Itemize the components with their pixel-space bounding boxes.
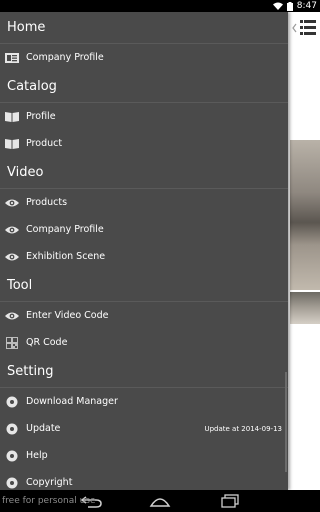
eye-icon <box>5 223 19 237</box>
main-content <box>288 12 320 490</box>
product-photo[interactable] <box>290 292 320 324</box>
drawer-item-label: Profile <box>26 111 56 122</box>
drawer-item-label: Company Profile <box>26 224 104 235</box>
drawer-item-label: Enter Video Code <box>26 310 109 321</box>
section-header-catalog: Catalog <box>0 71 288 103</box>
drawer-item-label: Help <box>26 450 48 461</box>
status-icons: 8:47 <box>272 0 317 12</box>
watermark-text: free for personal use <box>2 496 96 506</box>
navigation-drawer: Home Company Profile Catalog Profile Pro… <box>0 12 288 490</box>
drawer-scrollbar[interactable] <box>285 372 287 472</box>
battery-icon <box>286 1 293 11</box>
book-icon <box>5 137 19 151</box>
drawer-item-video-exhibition-scene[interactable]: Exhibition Scene <box>0 243 288 270</box>
action-bar <box>288 12 320 44</box>
gear-icon <box>5 476 19 490</box>
eye-icon <box>5 309 19 323</box>
home-icon[interactable] <box>148 494 172 508</box>
drawer-item-tool-enter-video-code[interactable]: Enter Video Code <box>0 302 288 329</box>
gear-icon <box>5 395 19 409</box>
book-icon <box>5 110 19 124</box>
drawer-item-catalog-profile[interactable]: Profile <box>0 103 288 130</box>
drawer-item-label: Update <box>26 423 61 434</box>
drawer-item-label: Exhibition Scene <box>26 251 106 262</box>
drawer-item-home-company-profile[interactable]: Company Profile <box>0 44 288 71</box>
drawer-item-catalog-product[interactable]: Product <box>0 130 288 157</box>
drawer-item-tool-qr-code[interactable]: QR Code <box>0 329 288 356</box>
gear-icon <box>5 449 19 463</box>
status-time: 8:47 <box>296 1 317 11</box>
status-bar: 8:47 <box>0 0 320 12</box>
eye-icon <box>5 250 19 264</box>
drawer-item-video-company-profile[interactable]: Company Profile <box>0 216 288 243</box>
drawer-item-label: Products <box>26 197 68 208</box>
wifi-icon <box>272 2 283 10</box>
drawer-item-label: QR Code <box>26 337 68 348</box>
drawer-item-label: Copyright <box>26 477 73 488</box>
profile-card-icon <box>5 51 19 65</box>
drawer-item-video-products[interactable]: Products <box>0 189 288 216</box>
drawer-item-label: Download Manager <box>26 396 118 407</box>
drawer-item-setting-update[interactable]: Update Update at 2014-09-13 <box>0 415 288 442</box>
drawer-item-setting-download-manager[interactable]: Download Manager <box>0 388 288 415</box>
gear-icon <box>5 422 19 436</box>
recent-apps-icon[interactable] <box>218 494 242 508</box>
update-date-text: Update at 2014-09-13 <box>204 424 282 433</box>
list-menu-icon[interactable] <box>292 19 316 37</box>
section-header-home: Home <box>0 12 288 44</box>
product-photo[interactable] <box>290 140 320 290</box>
drawer-item-label: Product <box>26 138 63 149</box>
section-header-tool: Tool <box>0 270 288 302</box>
eye-icon <box>5 196 19 210</box>
drawer-item-label: Company Profile <box>26 52 104 63</box>
drawer-item-setting-copyright[interactable]: Copyright <box>0 469 288 490</box>
section-header-video: Video <box>0 157 288 189</box>
drawer-item-setting-help[interactable]: Help <box>0 442 288 469</box>
section-header-setting: Setting <box>0 356 288 388</box>
qr-code-icon <box>5 336 19 350</box>
